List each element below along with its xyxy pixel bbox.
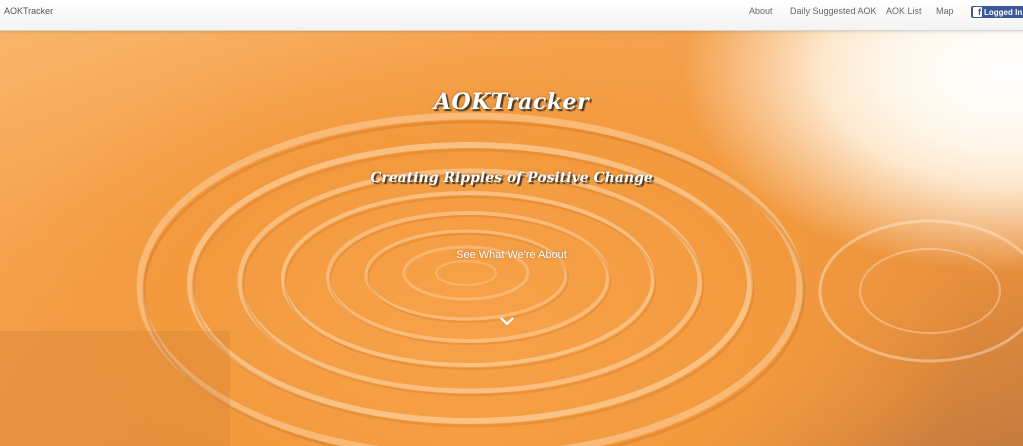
see-what-were-about-link[interactable]: See What We're About (0, 249, 1023, 261)
facebook-icon: f (973, 7, 982, 17)
hero-section: AOKTracker Creating Ripples of Positive … (0, 31, 1023, 446)
nav-aok-list-link[interactable]: AOK List (886, 6, 922, 16)
hero-title: AOKTracker (433, 89, 590, 115)
nav-map-link[interactable]: Map (936, 6, 954, 16)
nav-daily-suggested-aok-link[interactable]: Daily Suggested AOK (790, 6, 877, 16)
brand-link[interactable]: AOKTracker (4, 6, 53, 16)
login-status-label: Logged In (984, 7, 1023, 17)
facebook-login-button[interactable]: f Logged In (971, 6, 1023, 18)
top-navbar: AOKTracker About Daily Suggested AOK AOK… (0, 0, 1023, 31)
chevron-down-icon[interactable] (500, 317, 518, 331)
hero-subtitle: Creating Ripples of Positive Change (370, 170, 653, 186)
nav-about-link[interactable]: About (749, 6, 773, 16)
